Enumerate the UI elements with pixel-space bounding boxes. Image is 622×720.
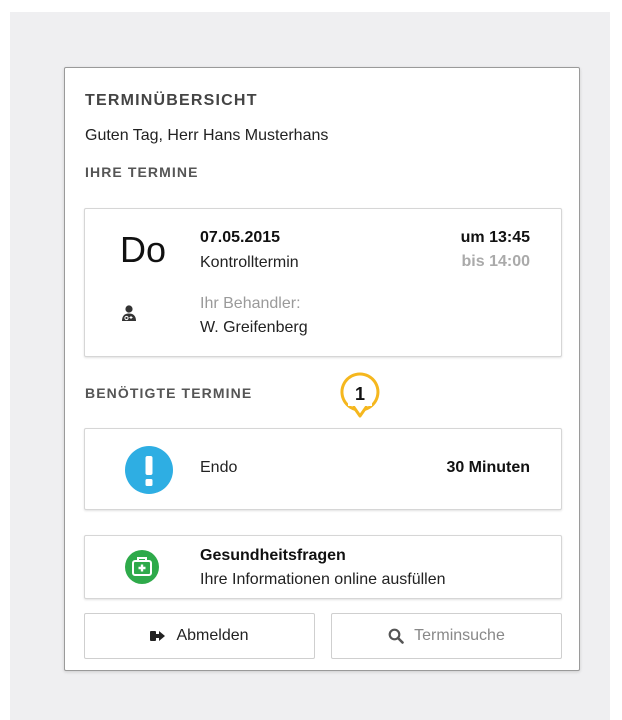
appointment-type: Kontrolltermin [200,254,299,271]
logout-label: Abmelden [176,627,249,644]
marker-number: 1 [355,384,365,404]
health-questions-card[interactable]: Gesundheitsfragen Ihre Informationen onl… [84,535,562,599]
exclamation-icon [125,446,173,494]
appointment-search-label: Terminsuche [414,627,505,644]
appointment-time-from: um 13:45 [460,229,530,246]
section-your-appointments: IHRE TERMINE [85,164,199,180]
appointment-weekday: Do [120,229,167,270]
appointment-date: 07.05.2015 [200,229,281,246]
section-required-appointments: BENÖTIGTE TERMINE [85,385,253,401]
required-appointment-card[interactable]: Endo 30 Minuten [84,428,562,510]
page-title: TERMINÜBERSICHT [85,92,258,109]
appointment-card[interactable]: Do 07.05.2015 Kontrolltermin um 13:45 bi… [84,208,562,357]
health-questions-title: Gesundheitsfragen [200,547,346,564]
first-aid-kit-icon [125,550,159,584]
appointment-overview-panel: TERMINÜBERSICHT Guten Tag, Herr Hans Mus… [64,67,580,671]
required-appointment-duration: 30 Minuten [446,459,530,476]
search-icon [388,628,404,644]
practitioner-label: Ihr Behandler: [200,295,301,312]
required-appointment-name: Endo [200,459,238,476]
sign-out-icon [150,631,166,641]
numbered-marker-icon: 1 [334,370,386,430]
appointment-time-to: bis 14:00 [461,253,530,270]
practitioner-name: W. Greifenberg [200,319,308,336]
logout-button[interactable]: Abmelden [84,613,315,659]
greeting-text: Guten Tag, Herr Hans Musterhans [85,127,329,144]
doctor-icon [122,305,136,321]
health-questions-subtitle: Ihre Informationen online ausfüllen [200,571,446,588]
appointment-search-button[interactable]: Terminsuche [331,613,562,659]
